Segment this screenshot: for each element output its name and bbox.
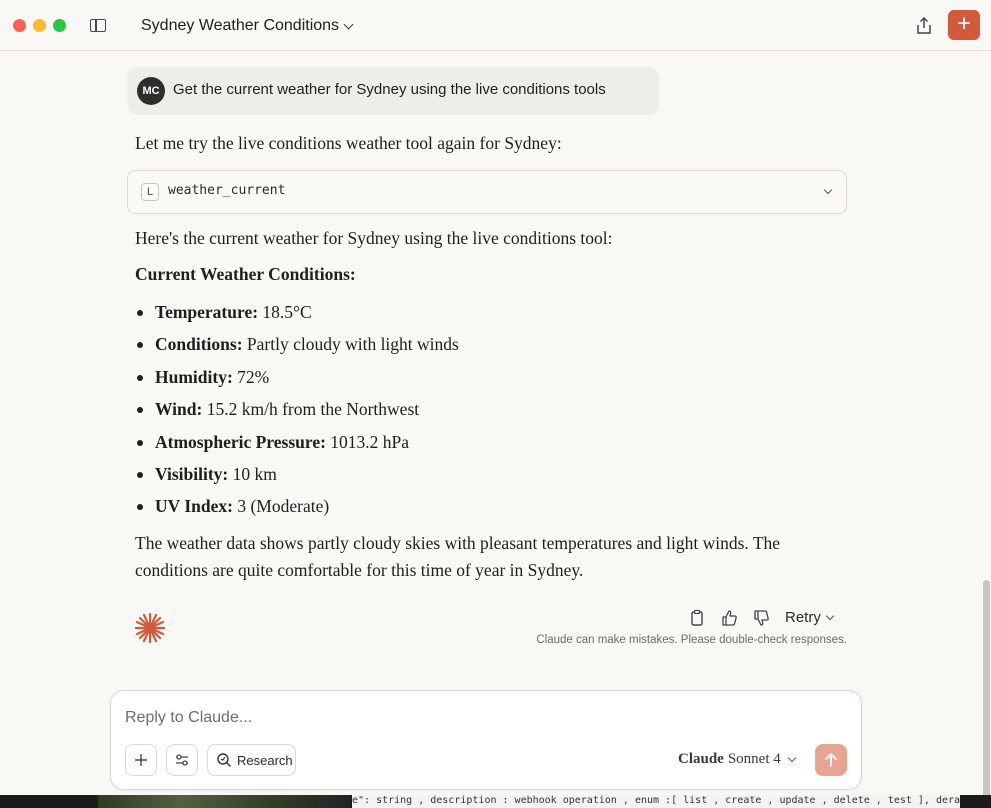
composer: Research Claude Sonnet 4 [110, 690, 862, 790]
thumbs-down-icon[interactable] [752, 609, 770, 627]
maximize-window-button[interactable] [53, 19, 66, 32]
scrollbar-thumb[interactable] [983, 580, 990, 795]
item-label: Temperature: [155, 302, 259, 322]
item-value: 15.2 km/h from the Northwest [206, 399, 420, 420]
tool-name: weather_current [168, 183, 286, 198]
item-value: 3 (Moderate) [237, 496, 330, 517]
item-label: Wind: [155, 399, 203, 420]
list-item: Humidity: 72% [135, 363, 459, 395]
chat-title: Sydney Weather Conditions [141, 17, 340, 34]
copy-icon[interactable] [688, 609, 706, 627]
item-label: Atmospheric Pressure: [155, 431, 326, 452]
thumbs-up-icon[interactable] [720, 609, 738, 627]
plus-icon [135, 754, 147, 766]
chevron-down-icon[interactable] [823, 185, 833, 195]
tool-letter-icon: L [141, 183, 159, 201]
item-value: 1013.2 hPa [330, 431, 410, 452]
claude-logo-icon [134, 612, 166, 644]
item-label: Visibility: [155, 463, 229, 484]
new-chat-button[interactable]: + [948, 10, 980, 40]
desktop-background: e": string , description : webhook opera… [0, 795, 991, 808]
send-button[interactable] [815, 744, 847, 776]
sidebar-toggle-icon[interactable] [90, 19, 106, 32]
tool-call-panel[interactable]: L weather_current [127, 170, 847, 214]
reply-input[interactable] [125, 707, 825, 729]
list-item: Conditions: Partly cloudy with light win… [135, 330, 459, 362]
add-attachment-button[interactable] [125, 744, 157, 776]
search-icon [217, 753, 231, 767]
research-button[interactable]: Research [207, 744, 296, 776]
item-label: Humidity: [155, 366, 233, 387]
close-window-button[interactable] [13, 19, 26, 32]
list-item: Temperature: 18.5°C [135, 298, 459, 330]
item-value: 18.5°C [262, 302, 312, 322]
response-lead: Here's the current weather for Sydney us… [135, 228, 613, 248]
response-intro: Let me try the live conditions weather t… [135, 133, 562, 153]
chevron-down-icon [825, 611, 835, 621]
item-value: Partly cloudy with light winds [246, 334, 459, 355]
item-label: UV Index: [155, 496, 233, 517]
chevron-down-icon [343, 19, 354, 29]
item-value: 10 km [232, 463, 277, 484]
research-label: Research [237, 752, 293, 768]
list-item: Visibility: 10 km [135, 460, 459, 492]
user-message: MC Get the current weather for Sydney us… [127, 67, 659, 115]
model-name: Sonnet 4 [727, 751, 781, 767]
avatar: MC [137, 77, 165, 105]
chat-title-dropdown[interactable]: Sydney Weather Conditions [141, 15, 354, 37]
list-item: UV Index: 3 (Moderate) [135, 492, 459, 524]
item-label: Conditions: [155, 334, 243, 355]
list-item: Wind: 15.2 km/h from the Northwest [135, 395, 459, 427]
background-code-text: e": string , description : webhook opera… [352, 795, 960, 808]
response-summary: The weather data shows partly cloudy ski… [135, 533, 781, 580]
share-icon[interactable] [913, 15, 935, 37]
disclaimer-text: Claude can make mistakes. Please double-… [536, 634, 847, 646]
model-selector[interactable]: Claude Sonnet 4 [678, 751, 797, 768]
model-brand: Claude [678, 751, 724, 767]
chevron-down-icon [787, 753, 797, 763]
arrow-up-icon [825, 753, 837, 767]
user-message-text: Get the current weather for Sydney using… [173, 81, 606, 98]
background-image [98, 795, 350, 808]
app-window: Sydney Weather Conditions + MC Get the c… [0, 0, 991, 795]
item-value: 72% [237, 366, 270, 387]
conditions-list: Temperature: 18.5°C Conditions: Partly c… [135, 298, 459, 525]
minimize-window-button[interactable] [33, 19, 46, 32]
plus-icon: + [956, 10, 971, 37]
title-bar: Sydney Weather Conditions + [0, 0, 991, 51]
retry-label: Retry [785, 609, 821, 626]
sliders-icon [176, 754, 188, 766]
list-item: Atmospheric Pressure: 1013.2 hPa [135, 428, 459, 460]
conditions-heading: Current Weather Conditions: [135, 264, 356, 284]
retry-button[interactable]: Retry [785, 609, 835, 626]
tools-button[interactable] [166, 744, 198, 776]
